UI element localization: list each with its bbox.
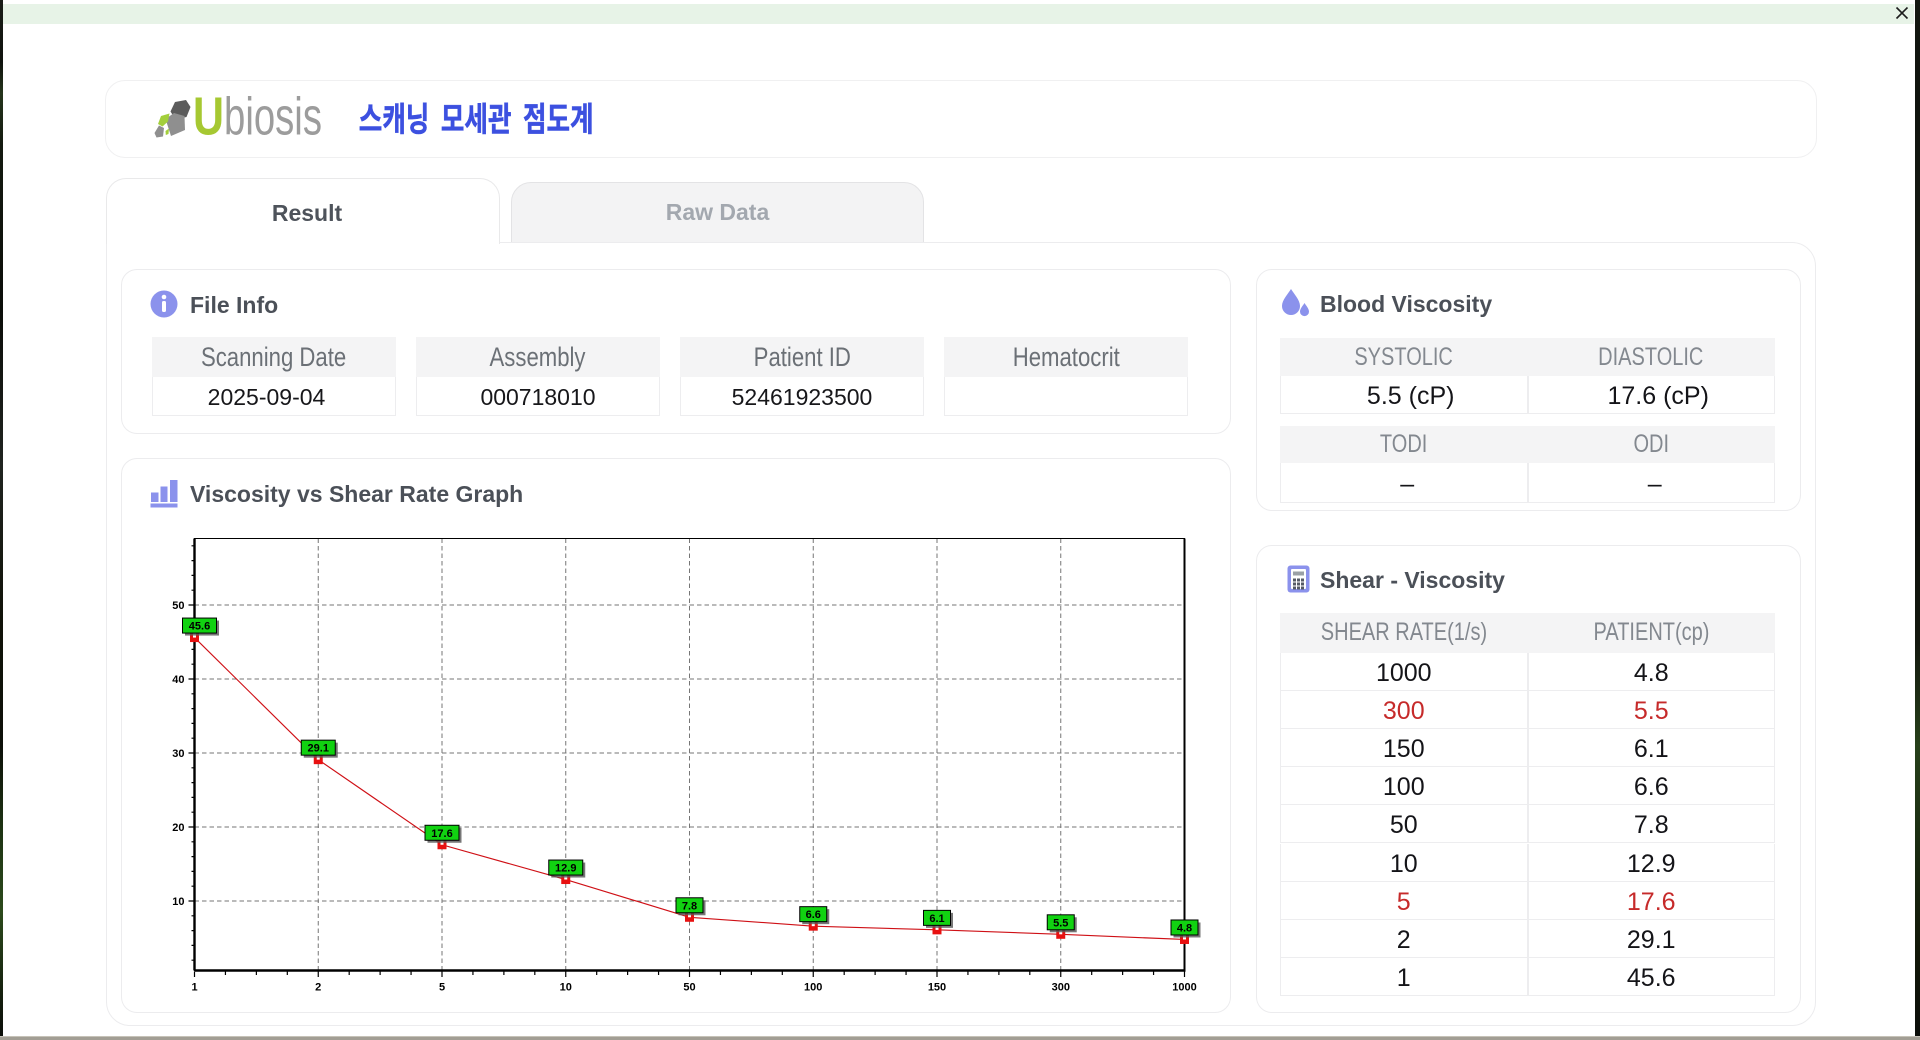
svg-text:12.9: 12.9 bbox=[555, 863, 576, 875]
svg-text:45.6: 45.6 bbox=[189, 621, 210, 633]
svg-text:2: 2 bbox=[315, 982, 321, 994]
svg-text:17.6: 17.6 bbox=[431, 828, 452, 840]
svg-text:150: 150 bbox=[928, 982, 946, 994]
svg-text:U: U bbox=[193, 90, 224, 147]
svg-text:10: 10 bbox=[172, 896, 184, 908]
svg-text:300: 300 bbox=[1052, 982, 1070, 994]
svg-text:50: 50 bbox=[172, 600, 184, 612]
svg-text:6.6: 6.6 bbox=[806, 909, 821, 921]
svg-text:40: 40 bbox=[172, 674, 184, 686]
svg-text:1000: 1000 bbox=[1172, 982, 1196, 994]
svg-text:30: 30 bbox=[172, 748, 184, 760]
svg-text:50: 50 bbox=[683, 982, 695, 994]
svg-text:4.8: 4.8 bbox=[1177, 922, 1192, 934]
svg-text:10: 10 bbox=[560, 982, 572, 994]
svg-text:5.5: 5.5 bbox=[1053, 917, 1068, 929]
svg-text:6.1: 6.1 bbox=[929, 913, 944, 925]
svg-text:100: 100 bbox=[804, 982, 822, 994]
svg-text:biosis: biosis bbox=[224, 90, 322, 147]
svg-text:7.8: 7.8 bbox=[682, 900, 697, 912]
svg-text:1: 1 bbox=[191, 982, 197, 994]
svg-text:29.1: 29.1 bbox=[308, 743, 329, 755]
svg-text:5: 5 bbox=[439, 982, 445, 994]
svg-text:20: 20 bbox=[172, 822, 184, 834]
